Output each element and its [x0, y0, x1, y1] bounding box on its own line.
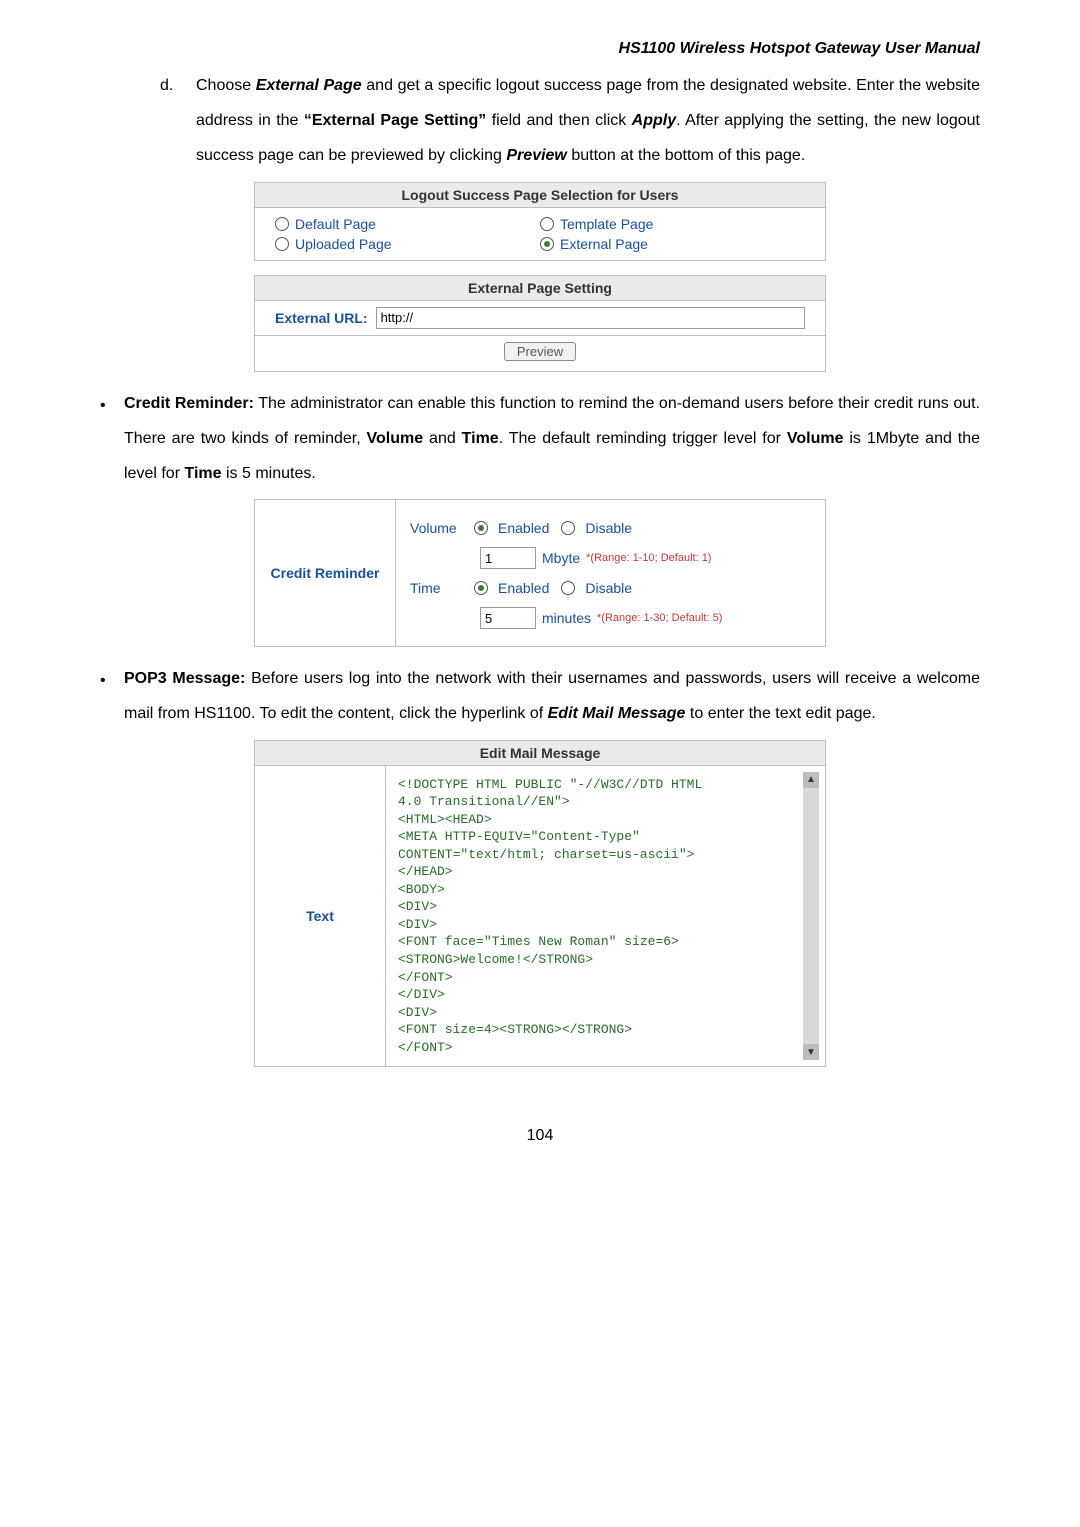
radio-template-page[interactable]: Template Page	[540, 214, 805, 234]
term-external-page: External Page	[256, 77, 362, 94]
preview-button[interactable]: Preview	[504, 342, 576, 361]
bullet-icon: •	[100, 386, 124, 423]
external-page-setting-panel: External Page Setting External URL: http…	[254, 275, 826, 372]
term-external-page-setting: “External Page Setting”	[304, 112, 486, 129]
text: and	[423, 430, 461, 447]
volume-input[interactable]: 1	[480, 547, 536, 569]
radio-icon	[275, 217, 289, 231]
bullet-pop3-message: • POP3 Message: Before users log into th…	[100, 661, 980, 731]
radio-label: Default Page	[295, 216, 376, 232]
volume-range-note: *(Range: 1-10; Default: 1)	[586, 552, 711, 564]
external-url-input[interactable]: http://	[376, 307, 805, 329]
radio-icon	[540, 237, 554, 251]
time-unit: minutes	[542, 610, 591, 626]
term-volume: Volume	[367, 430, 424, 447]
radio-default-page[interactable]: Default Page	[275, 214, 540, 234]
term-apply: Apply	[632, 112, 676, 129]
heading-pop3-message: POP3 Message:	[124, 670, 245, 687]
credit-reminder-box: Credit Reminder Volume Enabled Disable 1…	[254, 499, 826, 647]
list-letter: d.	[160, 68, 196, 103]
radio-enabled-label: Enabled	[498, 580, 549, 596]
time-range-note: *(Range: 1-30; Default: 5)	[597, 612, 722, 624]
panel-title: External Page Setting	[255, 276, 825, 301]
term-time: Time	[462, 430, 499, 447]
bullet-credit-reminder: • Credit Reminder: The administrator can…	[100, 386, 980, 492]
radio-icon[interactable]	[561, 581, 575, 595]
page-number: 104	[100, 1127, 980, 1145]
term-preview: Preview	[506, 147, 566, 164]
radio-label: Template Page	[560, 216, 653, 232]
radio-label: Uploaded Page	[295, 236, 392, 252]
radio-icon[interactable]	[474, 581, 488, 595]
logout-success-panel: Logout Success Page Selection for Users …	[254, 182, 826, 261]
term-volume: Volume	[787, 430, 844, 447]
radio-disable-label: Disable	[585, 520, 632, 536]
link-edit-mail-message: Edit Mail Message	[548, 705, 686, 722]
radio-uploaded-page[interactable]: Uploaded Page	[275, 234, 540, 254]
list-item-d: d. Choose External Page and get a specif…	[160, 68, 980, 174]
radio-icon	[540, 217, 554, 231]
page-header-title: HS1100 Wireless Hotspot Gateway User Man…	[100, 40, 980, 58]
edit-mail-message-box: Edit Mail Message Text <!DOCTYPE HTML PU…	[254, 740, 826, 1068]
heading-credit-reminder: Credit Reminder:	[124, 395, 254, 412]
credit-reminder-rowlabel: Credit Reminder	[255, 500, 396, 646]
text: to enter the text edit page.	[685, 705, 875, 722]
text: Choose	[196, 77, 256, 94]
volume-label: Volume	[410, 520, 474, 536]
radio-icon	[275, 237, 289, 251]
time-label: Time	[410, 580, 474, 596]
text: . The default reminding trigger level fo…	[499, 430, 787, 447]
bullet-icon: •	[100, 661, 124, 698]
radio-enabled-label: Enabled	[498, 520, 549, 536]
time-input[interactable]: 5	[480, 607, 536, 629]
text: is 5 minutes.	[222, 465, 316, 482]
panel-title: Logout Success Page Selection for Users	[255, 183, 825, 208]
external-url-label: External URL:	[275, 310, 368, 326]
radio-icon[interactable]	[561, 521, 575, 535]
volume-unit: Mbyte	[542, 550, 580, 566]
term-time: Time	[184, 465, 221, 482]
scroll-up-icon[interactable]: ▲	[803, 772, 819, 788]
radio-disable-label: Disable	[585, 580, 632, 596]
mail-text-label: Text	[255, 766, 386, 1067]
radio-label: External Page	[560, 236, 648, 252]
text: button at the bottom of this page.	[567, 147, 805, 164]
radio-icon[interactable]	[474, 521, 488, 535]
radio-external-page[interactable]: External Page	[540, 234, 805, 254]
mail-textarea[interactable]: <!DOCTYPE HTML PUBLIC "-//W3C//DTD HTML …	[392, 772, 819, 1061]
panel-title: Edit Mail Message	[255, 741, 825, 766]
scroll-down-icon[interactable]: ▼	[803, 1044, 819, 1060]
text: field and then click	[486, 112, 631, 129]
